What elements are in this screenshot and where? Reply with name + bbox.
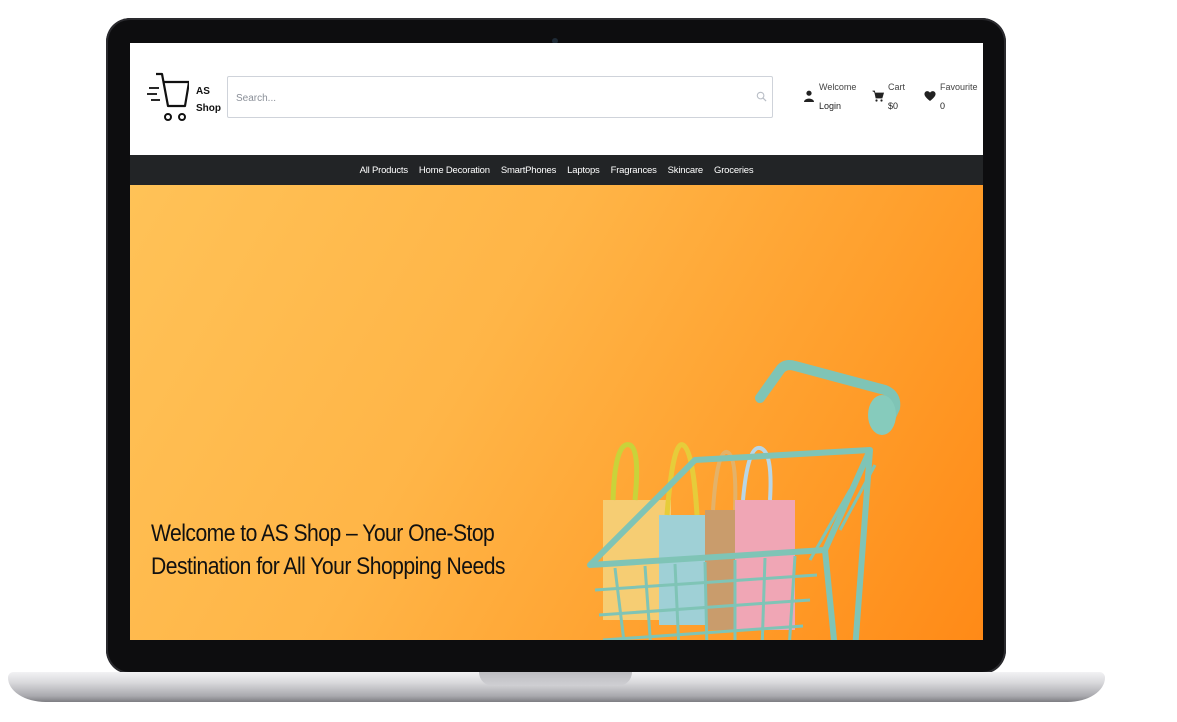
site-logo[interactable]: AS Shop [147,70,227,126]
cart-total: $0 [888,101,899,111]
nav-smartphones[interactable]: SmartPhones [501,165,557,176]
brand-line-2: Shop [196,103,221,114]
search-box [227,76,773,118]
cart-link[interactable]: Cart $0 [872,81,917,117]
nav-skincare[interactable]: Skincare [668,165,704,176]
hero-banner: Welcome to AS Shop – Your One-Stop Desti… [130,185,983,640]
shopping-cart-illustration [587,360,901,640]
brand-name: AS Shop [196,83,226,117]
nav-laptops[interactable]: Laptops [567,165,600,176]
site-header: AS Shop Welcome Login [130,43,983,155]
user-icon [804,90,814,102]
nav-home-decoration[interactable]: Home Decoration [419,165,490,176]
nav-fragrances[interactable]: Fragrances [611,165,657,176]
browser-screen: AS Shop Welcome Login [130,43,983,640]
cart-label: Cart [888,82,906,92]
hero-title: Welcome to AS Shop – Your One-Stop Desti… [151,520,505,580]
favourite-label: Favourite [940,82,978,92]
account-welcome-text: Welcome [819,82,857,92]
category-nav: All Products Home Decoration SmartPhones… [130,155,983,185]
favourite-count: 0 [940,101,946,111]
login-link[interactable]: Login [819,101,841,111]
search-input[interactable] [234,87,748,109]
shopping-cart-logo-icon [147,72,189,121]
nav-groceries[interactable]: Groceries [714,165,754,176]
search-icon[interactable] [756,91,767,102]
brand-line-1: AS [196,86,210,97]
laptop-notch [479,672,632,686]
account-link[interactable]: Welcome Login [803,81,863,117]
cart-icon [872,90,884,102]
nav-all-products[interactable]: All Products [360,165,408,176]
heart-icon [924,91,936,101]
favourite-link[interactable]: Favourite 0 [924,81,979,117]
